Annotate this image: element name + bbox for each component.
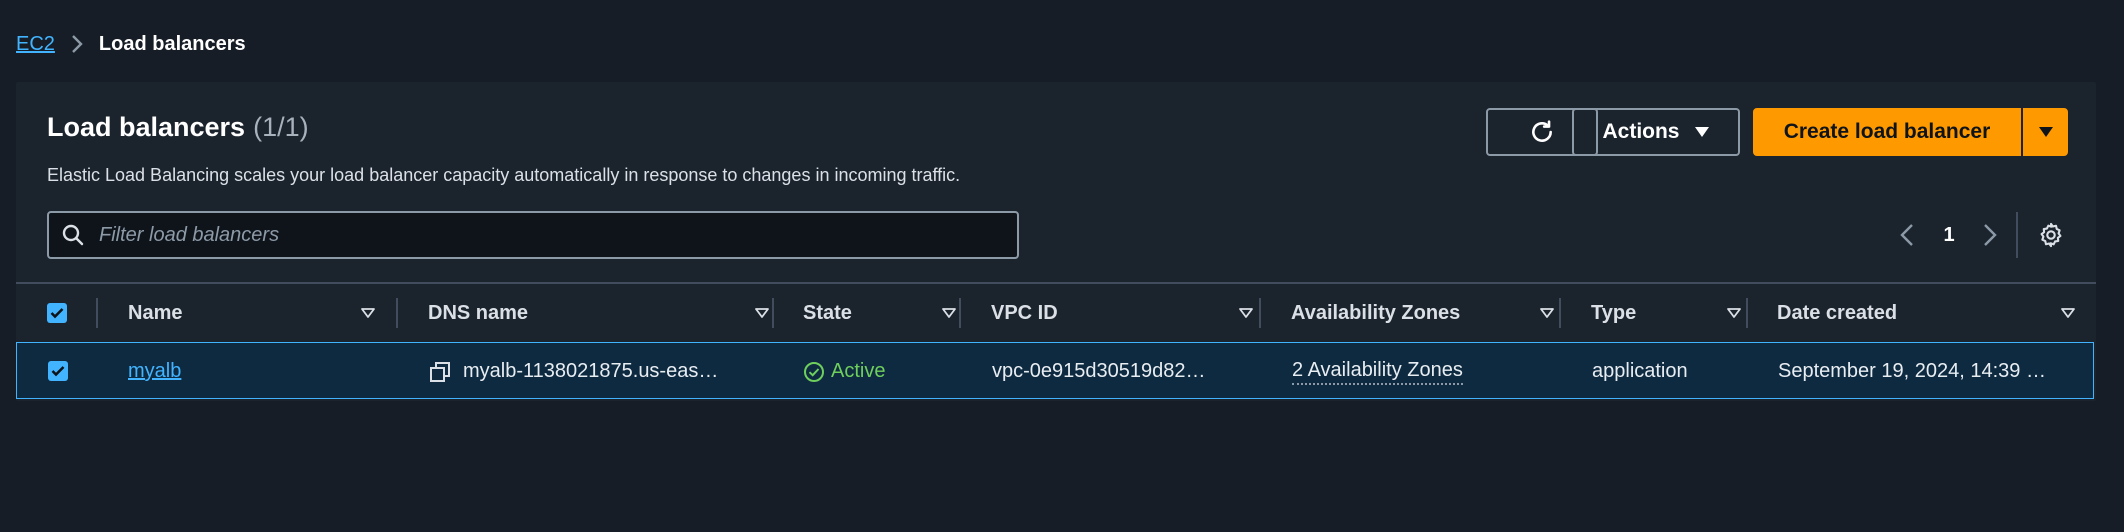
sort-caret-icon[interactable] xyxy=(754,305,770,321)
copy-icon[interactable] xyxy=(429,361,451,383)
create-load-balancer-button[interactable]: Create load balancer xyxy=(1753,108,2021,156)
load-balancer-name-link[interactable]: myalb xyxy=(128,360,181,383)
sort-caret-icon[interactable] xyxy=(2060,305,2076,321)
cell-availability-zones: 2 Availability Zones xyxy=(1292,343,1552,400)
search-icon xyxy=(61,222,87,248)
chevron-right-icon xyxy=(71,34,83,54)
gear-icon xyxy=(2037,221,2065,249)
column-divider xyxy=(772,298,774,328)
refresh-icon xyxy=(1529,119,1555,145)
sort-caret-icon[interactable] xyxy=(1539,305,1555,321)
table-row[interactable]: myalb myalb-1138021875.us-eas… Active vp… xyxy=(16,342,2094,399)
availability-zones-popover-trigger[interactable]: 2 Availability Zones xyxy=(1292,359,1463,385)
row-select-checkbox[interactable] xyxy=(48,361,68,381)
panel-description: Elastic Load Balancing scales your load … xyxy=(47,165,961,185)
column-header-label: DNS name xyxy=(428,301,529,324)
status-text: Active xyxy=(831,360,886,382)
sort-caret-icon[interactable] xyxy=(1238,305,1254,321)
type-text: application xyxy=(1592,360,1688,382)
column-header-label: VPC ID xyxy=(991,301,1058,324)
sort-caret-icon[interactable] xyxy=(1726,305,1742,321)
cell-type: application xyxy=(1592,343,1742,400)
sort-caret-icon[interactable] xyxy=(360,305,376,321)
breadcrumb: EC2 Load balancers xyxy=(16,30,246,58)
toolbar-divider xyxy=(2016,212,2018,258)
dns-name-text: myalb-1138021875.us-eas… xyxy=(463,360,719,382)
selection-count: (1/1) xyxy=(253,112,309,142)
current-page-number[interactable]: 1 xyxy=(1939,220,1959,250)
breadcrumb-current: Load balancers xyxy=(98,32,246,55)
column-header-vpc-id[interactable]: VPC ID xyxy=(991,284,1274,342)
table-header: Name DNS name State VPC ID Availability … xyxy=(16,284,2096,342)
check-circle-icon xyxy=(803,361,825,383)
cell-state: Active xyxy=(803,343,953,400)
select-all-checkbox[interactable] xyxy=(47,303,67,323)
load-balancers-panel: Load balancers (1/1) Elastic Load Balanc… xyxy=(16,82,2096,401)
breadcrumb-link-ec2[interactable]: EC2 xyxy=(16,33,55,56)
column-header-state[interactable]: State xyxy=(803,284,977,342)
column-divider xyxy=(96,298,98,328)
caret-down-icon xyxy=(1694,126,1710,138)
column-header-label: Date created xyxy=(1777,301,1898,324)
preferences-button[interactable] xyxy=(2035,219,2067,251)
vpc-id-text: vpc-0e915d30519d82… xyxy=(992,360,1206,382)
column-divider xyxy=(1746,298,1748,328)
date-created-text: September 19, 2024, 14:39 … xyxy=(1778,360,2046,382)
column-header-label: State xyxy=(803,301,852,324)
column-divider xyxy=(1559,298,1561,328)
actions-label: Actions xyxy=(1602,120,1680,143)
next-page-button[interactable] xyxy=(1979,220,2001,250)
page-title: Load balancers xyxy=(47,112,246,142)
cell-name: myalb xyxy=(128,343,378,400)
column-divider xyxy=(959,298,961,328)
column-header-dns-name[interactable]: DNS name xyxy=(428,284,790,342)
cell-dns-name: myalb-1138021875.us-eas… xyxy=(429,343,759,400)
column-header-label: Name xyxy=(128,301,183,324)
cell-date-created: September 19, 2024, 14:39 … xyxy=(1778,343,2078,400)
column-header-label: Type xyxy=(1591,301,1637,324)
actions-button[interactable]: Actions xyxy=(1572,108,1740,156)
column-header-type[interactable]: Type xyxy=(1591,284,1762,342)
column-header-label: Availability Zones xyxy=(1291,301,1461,324)
status-badge: Active xyxy=(803,360,885,383)
column-header-availability-zones[interactable]: Availability Zones xyxy=(1291,284,1575,342)
sort-caret-icon[interactable] xyxy=(941,305,957,321)
filter-search-box[interactable] xyxy=(47,211,1019,259)
panel-header: Load balancers (1/1) xyxy=(47,112,309,143)
filter-load-balancers-input[interactable] xyxy=(97,222,1017,248)
cell-vpc-id: vpc-0e915d30519d82… xyxy=(992,343,1252,400)
caret-down-icon xyxy=(2038,126,2054,138)
column-header-name[interactable]: Name xyxy=(128,284,396,342)
create-options-dropdown[interactable] xyxy=(2023,108,2068,156)
previous-page-button[interactable] xyxy=(1896,220,1918,250)
column-header-date-created[interactable]: Date created xyxy=(1777,284,2096,342)
column-divider xyxy=(1259,298,1261,328)
column-divider xyxy=(396,298,398,328)
